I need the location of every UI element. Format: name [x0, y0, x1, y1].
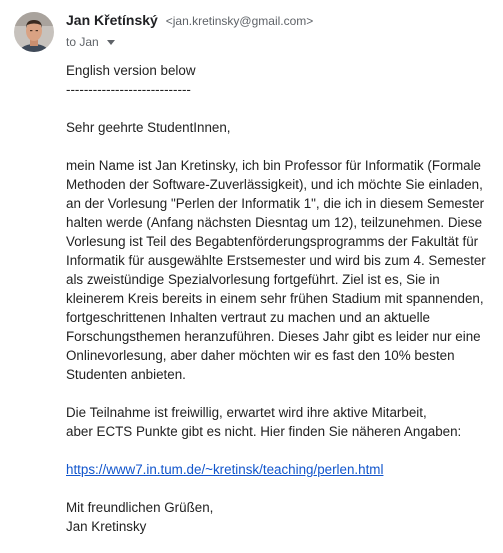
email-body: English version below ------------------…	[66, 61, 498, 536]
english-version-note: English version below	[66, 63, 196, 78]
closing-greeting: Mit freundlichen Grüßen,	[66, 500, 214, 515]
body-line: an der Vorlesung "Perlen der Informatik …	[66, 196, 485, 211]
paragraph-invitation: mein Name ist Jan Kretinsky, ich bin Pro…	[66, 156, 498, 384]
avatar-photo	[14, 12, 54, 52]
course-link[interactable]: https://www7.in.tum.de/~kretinsk/teachin…	[66, 462, 383, 477]
sender-name[interactable]: Jan Křetínský	[66, 12, 158, 28]
body-line: Informatik für ausgewählte Erstsemester …	[66, 253, 486, 268]
body-line: Methoden der Software-Zuverlässigkeit), …	[66, 177, 483, 192]
recipient-details-toggle[interactable]: to Jan	[66, 35, 115, 49]
separator-line: ----------------------------	[66, 82, 191, 97]
body-line: Forschungsthemen heranzuführen. Dieses J…	[66, 329, 481, 344]
body-line: kleinerem Kreis bereits in einem sehr fr…	[66, 291, 484, 306]
chevron-down-icon[interactable]	[106, 40, 115, 45]
sender-line: Jan Křetínský <jan.kretinsky@gmail.com>	[66, 12, 313, 28]
salutation: Sehr geehrte StudentInnen,	[66, 120, 231, 135]
paragraph-participation: Die Teilnahme ist freiwillig, erwartet w…	[66, 403, 498, 441]
body-line: als zweistündige Spezialvorlesung fortge…	[66, 272, 440, 287]
sender-email: <jan.kretinsky@gmail.com>	[165, 14, 314, 28]
body-line: Onlinevorlesung, aber daher möchten wir …	[66, 348, 455, 363]
recipient-label: to Jan	[66, 35, 99, 49]
body-line: fortgeschrittenen Inhalten vertraut zu m…	[66, 310, 431, 325]
body-line: Vorlesung ist Teil des Begabtenförderung…	[66, 234, 479, 249]
sender-avatar[interactable]	[14, 12, 54, 52]
body-line: halten werde (Anfang nächsten Diesntag u…	[66, 215, 483, 230]
body-line: Die Teilnahme ist freiwillig, erwartet w…	[66, 405, 427, 420]
signature-name: Jan Kretinsky	[66, 519, 147, 534]
body-line: aber ECTS Punkte gibt es nicht. Hier fin…	[66, 424, 462, 439]
body-line: Studenten anbieten.	[66, 367, 186, 382]
body-line: mein Name ist Jan Kretinsky, ich bin Pro…	[66, 158, 481, 173]
